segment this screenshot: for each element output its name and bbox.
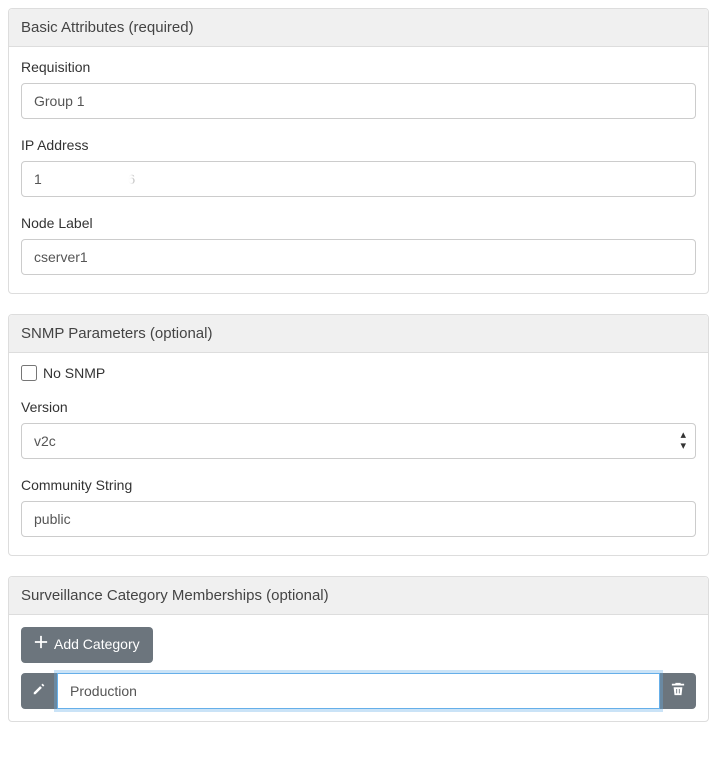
trash-icon <box>671 682 685 699</box>
basic-attributes-heading: Basic Attributes (required) <box>9 9 708 47</box>
surveillance-category-heading: Surveillance Category Memberships (optio… <box>9 577 708 615</box>
plus-icon <box>34 635 48 655</box>
surveillance-category-panel: Surveillance Category Memberships (optio… <box>8 576 709 722</box>
add-category-label: Add Category <box>54 635 140 655</box>
node-label-label: Node Label <box>21 215 696 231</box>
snmp-parameters-panel: SNMP Parameters (optional) No SNMP Versi… <box>8 314 709 556</box>
community-string-label: Community String <box>21 477 696 493</box>
no-snmp-label: No SNMP <box>43 365 105 381</box>
pencil-icon <box>32 682 46 699</box>
basic-attributes-panel: Basic Attributes (required) Requisition … <box>8 8 709 294</box>
node-label-group: Node Label <box>21 215 696 275</box>
ip-address-label: IP Address <box>21 137 696 153</box>
version-label: Version <box>21 399 696 415</box>
community-string-group: Community String <box>21 477 696 537</box>
no-snmp-row: No SNMP <box>21 365 696 381</box>
community-string-input[interactable] <box>21 501 696 537</box>
node-label-input[interactable] <box>21 239 696 275</box>
surveillance-category-body: Add Category <box>9 615 708 721</box>
requisition-group: Requisition <box>21 59 696 119</box>
version-group: Version v2c ▴▾ <box>21 399 696 459</box>
category-input[interactable] <box>57 673 660 709</box>
version-select[interactable]: v2c <box>21 423 696 459</box>
ip-address-input[interactable] <box>21 161 696 197</box>
snmp-parameters-heading: SNMP Parameters (optional) <box>9 315 708 353</box>
add-category-button[interactable]: Add Category <box>21 627 153 663</box>
basic-attributes-body: Requisition IP Address Node Label <box>9 47 708 293</box>
ip-address-group: IP Address <box>21 137 696 197</box>
no-snmp-checkbox[interactable] <box>21 365 37 381</box>
category-row <box>21 673 696 709</box>
edit-category-button[interactable] <box>21 673 57 709</box>
requisition-label: Requisition <box>21 59 696 75</box>
snmp-parameters-body: No SNMP Version v2c ▴▾ Community String <box>9 353 708 555</box>
requisition-input[interactable] <box>21 83 696 119</box>
delete-category-button[interactable] <box>660 673 696 709</box>
